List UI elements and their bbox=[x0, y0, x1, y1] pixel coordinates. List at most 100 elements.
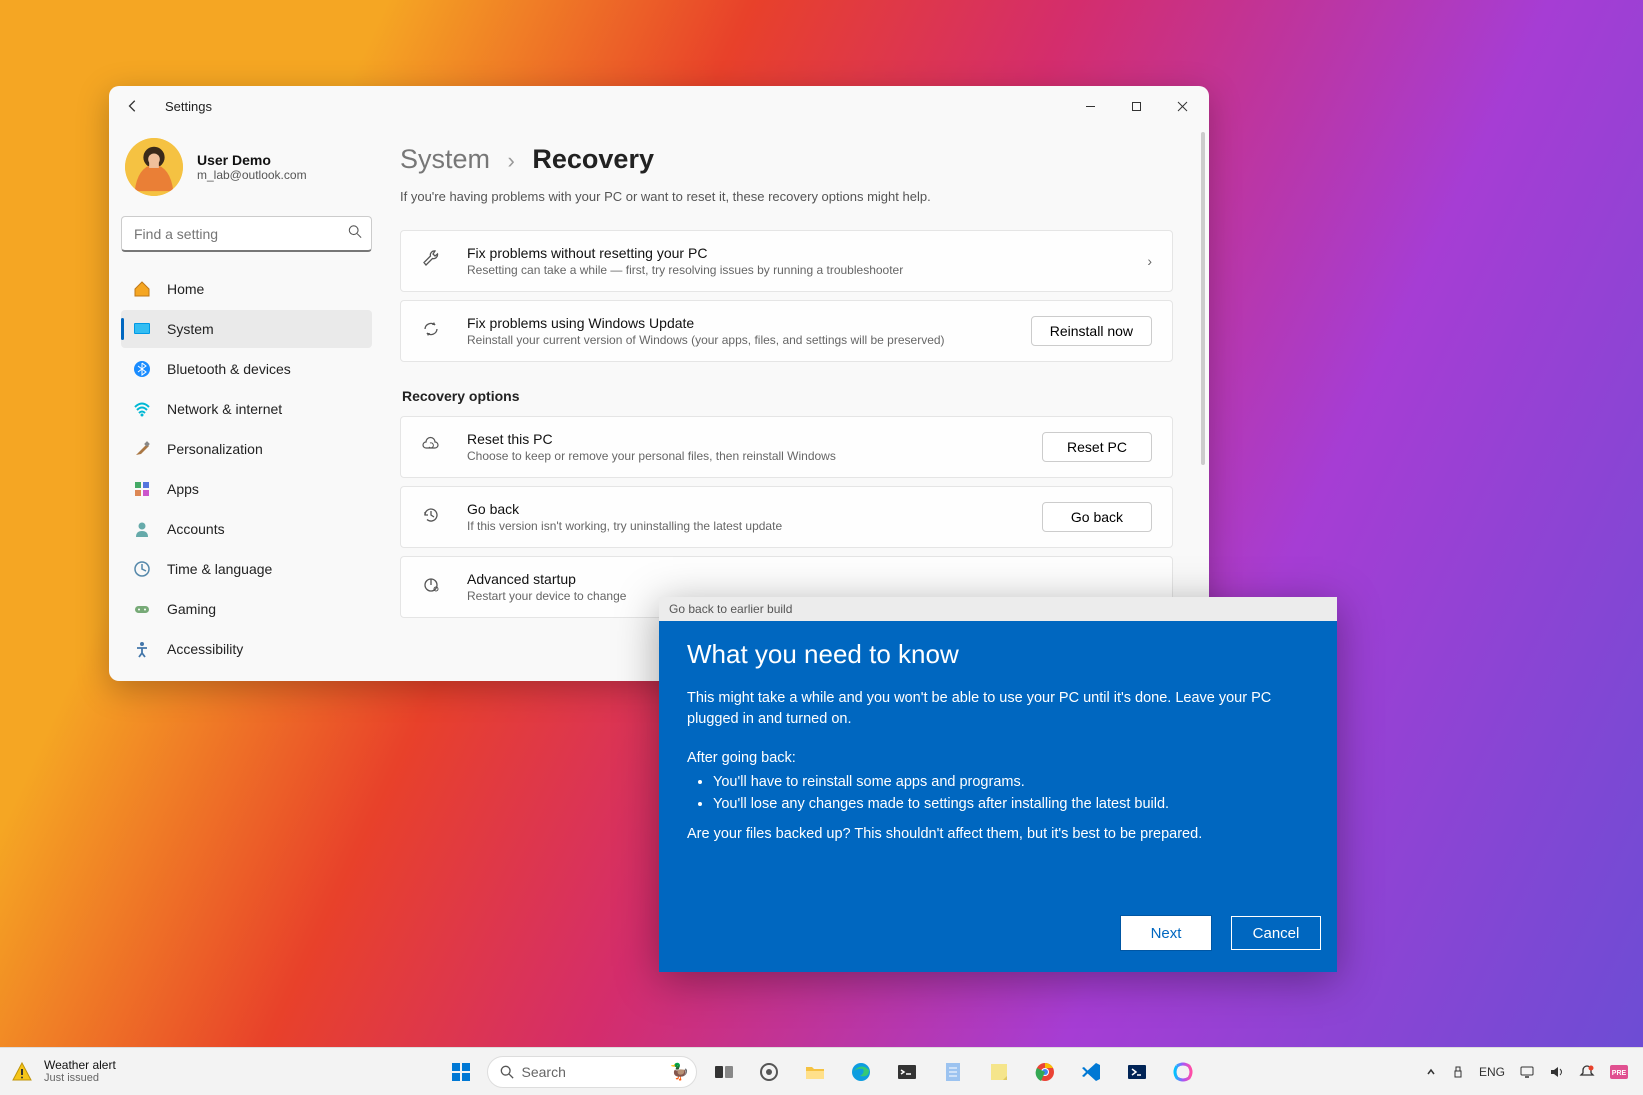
taskbar-app-sticky-notes[interactable] bbox=[979, 1052, 1019, 1092]
tray-network-icon[interactable] bbox=[1519, 1065, 1535, 1079]
taskbar-app-explorer[interactable] bbox=[795, 1052, 835, 1092]
page-subtitle: If you're having problems with your PC o… bbox=[400, 189, 1173, 204]
go-back-button[interactable]: Go back bbox=[1042, 502, 1152, 532]
nav-label: Network & internet bbox=[167, 401, 282, 417]
cloud-reset-icon bbox=[421, 435, 443, 460]
card-desc: If this version isn't working, try unins… bbox=[467, 519, 1042, 533]
taskbar-app-vscode[interactable] bbox=[1071, 1052, 1111, 1092]
sidebar-item-personalization[interactable]: Personalization bbox=[121, 430, 372, 468]
user-profile[interactable]: User Demo m_lab@outlook.com bbox=[121, 134, 372, 216]
user-email: m_lab@outlook.com bbox=[197, 168, 307, 182]
scrollbar[interactable] bbox=[1201, 132, 1205, 465]
settings-search[interactable] bbox=[121, 216, 372, 252]
card-title: Advanced startup bbox=[467, 571, 1152, 587]
settings-window: Settings User Demo m_lab@outlook.com bbox=[109, 86, 1209, 681]
window-title: Settings bbox=[165, 99, 212, 114]
dialog-bullet: You'll have to reinstall some apps and p… bbox=[713, 772, 1309, 794]
next-button[interactable]: Next bbox=[1121, 916, 1211, 950]
card-title: Reset this PC bbox=[467, 431, 1042, 447]
sidebar-item-network[interactable]: Network & internet bbox=[121, 390, 372, 428]
reinstall-now-button[interactable]: Reinstall now bbox=[1031, 316, 1152, 346]
nav-label: Personalization bbox=[167, 441, 263, 457]
back-button[interactable] bbox=[119, 92, 147, 120]
search-decoration-icon: 🦆 bbox=[670, 1062, 690, 1082]
tray-insider-icon[interactable]: PRE bbox=[1609, 1064, 1629, 1080]
dialog-closing: Are your files backed up? This shouldn't… bbox=[687, 826, 1309, 842]
taskbar-app-settings[interactable] bbox=[749, 1052, 789, 1092]
tray-overflow-icon[interactable] bbox=[1425, 1066, 1437, 1078]
nav-label: Gaming bbox=[167, 601, 216, 617]
tray-usb-icon[interactable] bbox=[1451, 1065, 1465, 1079]
nav: Home System Bluetooth & devices Network … bbox=[121, 270, 372, 668]
card-fix-windows-update: Fix problems using Windows Update Reinst… bbox=[400, 300, 1173, 362]
gamepad-icon bbox=[133, 600, 151, 618]
start-button[interactable] bbox=[441, 1052, 481, 1092]
card-go-back: Go back If this version isn't working, t… bbox=[400, 486, 1173, 548]
home-icon bbox=[133, 280, 151, 298]
tray-volume-icon[interactable] bbox=[1549, 1065, 1565, 1079]
go-back-dialog: Go back to earlier build What you need t… bbox=[659, 597, 1337, 972]
search-icon bbox=[348, 225, 362, 244]
power-settings-icon bbox=[421, 575, 443, 600]
card-desc: Reinstall your current version of Window… bbox=[467, 333, 1031, 347]
nav-label: Bluetooth & devices bbox=[167, 361, 291, 377]
section-heading: Recovery options bbox=[402, 388, 1173, 404]
taskbar-search[interactable]: Search 🦆 bbox=[487, 1056, 697, 1088]
system-icon bbox=[133, 320, 151, 338]
card-title: Fix problems without resetting your PC bbox=[467, 245, 1147, 261]
taskbar-app-powershell[interactable] bbox=[1117, 1052, 1157, 1092]
chevron-right-icon: › bbox=[1147, 253, 1152, 269]
sidebar-item-system[interactable]: System bbox=[121, 310, 372, 348]
nav-label: Home bbox=[167, 281, 204, 297]
nav-label: Time & language bbox=[167, 561, 272, 577]
weather-line2: Just issued bbox=[44, 1072, 116, 1084]
taskbar-app-chrome[interactable] bbox=[1025, 1052, 1065, 1092]
taskbar-app-notepad[interactable] bbox=[933, 1052, 973, 1092]
sidebar-item-accounts[interactable]: Accounts bbox=[121, 510, 372, 548]
taskbar-app-edge[interactable] bbox=[841, 1052, 881, 1092]
history-icon bbox=[421, 505, 443, 530]
sidebar-item-accessibility[interactable]: Accessibility bbox=[121, 630, 372, 668]
cancel-button[interactable]: Cancel bbox=[1231, 916, 1321, 950]
weather-alert-icon bbox=[10, 1060, 34, 1084]
reset-pc-button[interactable]: Reset PC bbox=[1042, 432, 1152, 462]
dialog-after-label: After going back: bbox=[687, 750, 1309, 766]
close-button[interactable] bbox=[1159, 86, 1205, 126]
titlebar: Settings bbox=[109, 86, 1209, 126]
search-input[interactable] bbox=[121, 216, 372, 252]
taskbar-app-terminal[interactable] bbox=[887, 1052, 927, 1092]
breadcrumb-parent[interactable]: System bbox=[400, 144, 490, 174]
maximize-button[interactable] bbox=[1113, 86, 1159, 126]
sidebar-item-bluetooth[interactable]: Bluetooth & devices bbox=[121, 350, 372, 388]
taskbar: Weather alert Just issued Search 🦆 ENG P bbox=[0, 1047, 1643, 1095]
breadcrumb-current: Recovery bbox=[532, 144, 654, 174]
user-name: User Demo bbox=[197, 152, 307, 168]
sidebar-item-apps[interactable]: Apps bbox=[121, 470, 372, 508]
weather-line1: Weather alert bbox=[44, 1059, 116, 1072]
svg-text:PRE: PRE bbox=[1612, 1070, 1627, 1077]
taskbar-weather[interactable]: Weather alert Just issued bbox=[0, 1059, 116, 1084]
dialog-title: Go back to earlier build bbox=[659, 597, 1337, 621]
taskbar-app-copilot[interactable] bbox=[1163, 1052, 1203, 1092]
system-tray: ENG PRE bbox=[1425, 1064, 1643, 1080]
sidebar-item-time-language[interactable]: Time & language bbox=[121, 550, 372, 588]
card-desc: Choose to keep or remove your personal f… bbox=[467, 449, 1042, 463]
bluetooth-icon bbox=[133, 360, 151, 378]
sidebar-item-home[interactable]: Home bbox=[121, 270, 372, 308]
minimize-button[interactable] bbox=[1067, 86, 1113, 126]
sync-icon bbox=[421, 319, 443, 344]
breadcrumb: System › Recovery bbox=[400, 144, 1173, 175]
accessibility-icon bbox=[133, 640, 151, 658]
nav-label: Accessibility bbox=[167, 641, 243, 657]
nav-label: Apps bbox=[167, 481, 199, 497]
sidebar-item-gaming[interactable]: Gaming bbox=[121, 590, 372, 628]
card-fix-without-reset[interactable]: Fix problems without resetting your PC R… bbox=[400, 230, 1173, 292]
card-title: Go back bbox=[467, 501, 1042, 517]
paintbrush-icon bbox=[133, 440, 151, 458]
wrench-icon bbox=[421, 249, 443, 274]
avatar bbox=[125, 138, 183, 196]
tray-notifications-icon[interactable] bbox=[1579, 1064, 1595, 1080]
clock-globe-icon bbox=[133, 560, 151, 578]
task-view-button[interactable] bbox=[703, 1052, 743, 1092]
tray-language[interactable]: ENG bbox=[1479, 1065, 1505, 1079]
